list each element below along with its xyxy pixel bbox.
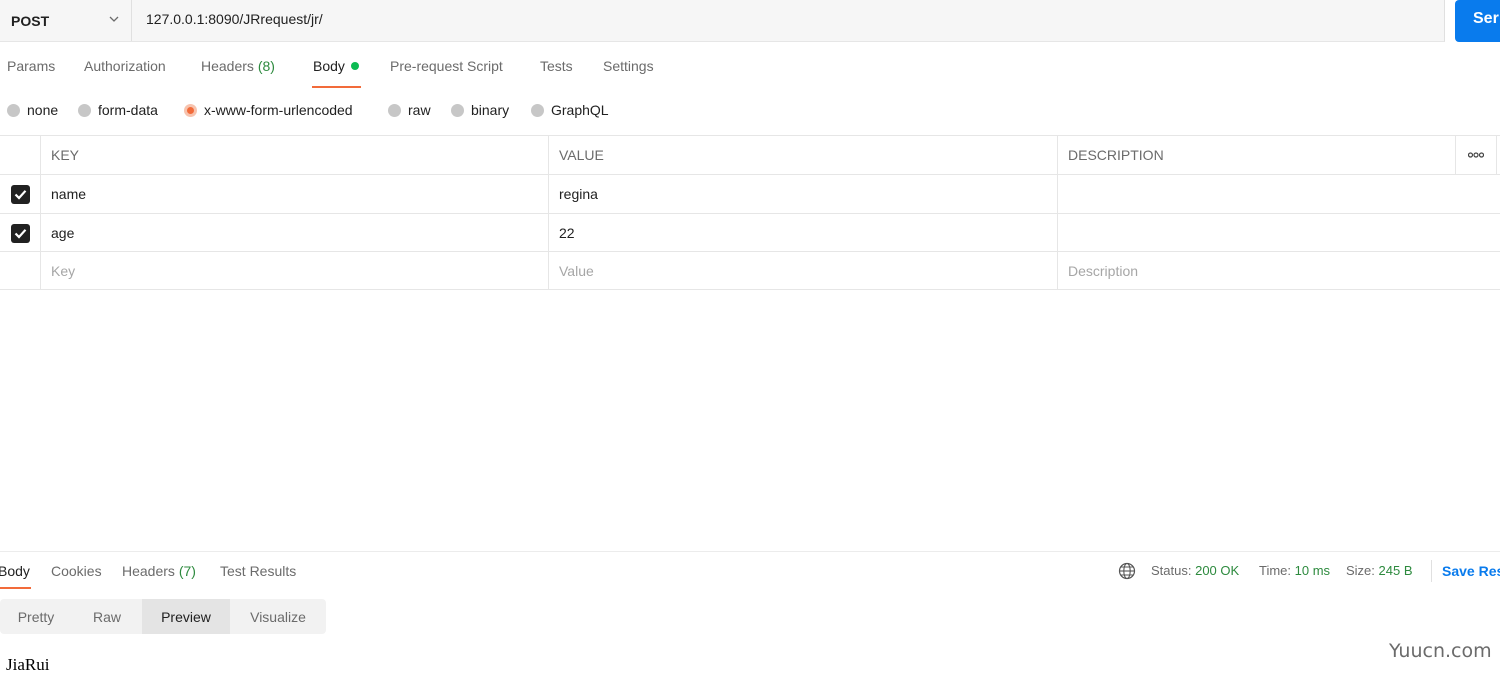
status-separator bbox=[1431, 560, 1432, 582]
value-cell[interactable]: 22 bbox=[548, 214, 1057, 252]
value-cell[interactable]: regina bbox=[548, 175, 1057, 213]
tab-prerequest-script[interactable]: Pre-request Script bbox=[390, 58, 503, 74]
radio-x-www-form-urlencoded[interactable]: x-www-form-urlencoded bbox=[184, 102, 353, 118]
tab-label: Headers bbox=[201, 58, 254, 74]
radio-circle-icon bbox=[451, 103, 464, 117]
header-checkbox-cell bbox=[0, 136, 40, 174]
radio-label: raw bbox=[408, 102, 431, 118]
radio-circle-icon bbox=[78, 103, 91, 117]
tab-label: Settings bbox=[603, 58, 654, 74]
description-placeholder[interactable]: Description bbox=[1057, 252, 1500, 290]
row-checkbox-cell bbox=[0, 252, 40, 290]
description-cell[interactable] bbox=[1057, 175, 1500, 213]
more-options-icon[interactable] bbox=[1455, 136, 1497, 174]
radio-label: binary bbox=[471, 102, 510, 118]
column-header-description: DESCRIPTION bbox=[1057, 136, 1455, 174]
response-tab-body[interactable]: Body bbox=[0, 563, 30, 579]
status-label: Status: bbox=[1151, 563, 1192, 578]
time-value: 10 ms bbox=[1294, 563, 1331, 578]
response-status: Status: 200 OK bbox=[1151, 563, 1239, 578]
radio-circle-icon bbox=[7, 103, 20, 117]
radio-binary[interactable]: binary bbox=[451, 102, 509, 118]
check-icon bbox=[14, 189, 26, 200]
chevron-down-icon bbox=[109, 16, 119, 22]
key-placeholder[interactable]: Key bbox=[40, 252, 548, 290]
method-label: POST bbox=[11, 12, 50, 29]
response-preview-content: JiaRui bbox=[6, 655, 50, 674]
view-raw[interactable]: Raw bbox=[72, 599, 142, 634]
ellipsis-icon bbox=[1468, 152, 1484, 158]
radio-selected-icon bbox=[184, 103, 197, 117]
radio-form-data[interactable]: form-data bbox=[78, 102, 158, 118]
response-headers-count: (7) bbox=[178, 563, 196, 579]
response-tab-test-results[interactable]: Test Results bbox=[220, 563, 296, 579]
radio-graphql[interactable]: GraphQL bbox=[531, 102, 609, 118]
radio-label: form-data bbox=[98, 102, 158, 118]
active-tab-underline bbox=[312, 86, 361, 88]
globe-icon[interactable] bbox=[1118, 562, 1136, 580]
table-row-new: Key Value Description bbox=[0, 251, 1500, 290]
url-input[interactable]: 127.0.0.1:8090/JRrequest/jr/ bbox=[146, 11, 323, 27]
response-active-tab-underline bbox=[0, 587, 31, 589]
radio-circle-icon bbox=[388, 103, 401, 117]
tab-label: Tests bbox=[540, 58, 573, 74]
key-cell[interactable]: name bbox=[40, 175, 548, 213]
response-size: Size: 245 B bbox=[1346, 563, 1413, 578]
response-view-selector: Pretty Raw Preview Visualize bbox=[0, 599, 326, 634]
status-value: 200 OK bbox=[1195, 563, 1240, 578]
time-label: Time: bbox=[1259, 563, 1292, 578]
value-placeholder[interactable]: Value bbox=[548, 252, 1057, 290]
radio-none[interactable]: none bbox=[7, 102, 58, 118]
radio-raw[interactable]: raw bbox=[388, 102, 431, 118]
tab-tests[interactable]: Tests bbox=[540, 58, 573, 74]
request-url-bar: POST 127.0.0.1:8090/JRrequest/jr/ bbox=[0, 0, 1445, 42]
view-visualize[interactable]: Visualize bbox=[230, 599, 326, 634]
radio-label: none bbox=[27, 102, 59, 118]
response-time: Time: 10 ms bbox=[1259, 563, 1330, 578]
column-header-key: KEY bbox=[40, 136, 548, 174]
radio-label: GraphQL bbox=[551, 102, 609, 118]
headers-count: (8) bbox=[257, 58, 275, 74]
radio-label: x-www-form-urlencoded bbox=[204, 102, 353, 118]
tab-headers[interactable]: Headers (8) bbox=[201, 58, 275, 74]
view-pretty[interactable]: Pretty bbox=[0, 599, 72, 634]
tab-label: Headers bbox=[122, 563, 175, 579]
row-checkbox[interactable] bbox=[10, 223, 30, 243]
tab-label: Params bbox=[7, 58, 56, 74]
key-cell[interactable]: age bbox=[40, 214, 548, 252]
view-preview[interactable]: Preview bbox=[142, 599, 230, 634]
check-icon bbox=[14, 228, 26, 239]
tab-params[interactable]: Params bbox=[7, 58, 55, 74]
save-response-button[interactable]: Save Res bbox=[1442, 563, 1500, 579]
tab-settings[interactable]: Settings bbox=[603, 58, 654, 74]
radio-circle-icon bbox=[531, 103, 544, 117]
table-header-row: KEY VALUE DESCRIPTION bbox=[0, 135, 1500, 174]
row-checkbox-cell bbox=[0, 175, 40, 213]
tab-label: Pre-request Script bbox=[390, 58, 503, 74]
method-select[interactable]: POST bbox=[0, 0, 132, 41]
response-divider bbox=[0, 551, 1500, 552]
response-tab-cookies[interactable]: Cookies bbox=[51, 563, 102, 579]
table-row: name regina bbox=[0, 174, 1500, 213]
size-label: Size: bbox=[1346, 563, 1375, 578]
tab-body[interactable]: Body bbox=[313, 58, 359, 74]
tab-label: Body bbox=[313, 58, 345, 74]
row-checkbox[interactable] bbox=[10, 184, 30, 204]
size-value: 245 B bbox=[1378, 563, 1413, 578]
description-cell[interactable] bbox=[1057, 214, 1500, 252]
column-header-value: VALUE bbox=[548, 136, 1057, 174]
send-button[interactable]: Ser bbox=[1455, 0, 1500, 42]
watermark: Yuucn.com bbox=[1389, 640, 1492, 662]
table-row: age 22 bbox=[0, 213, 1500, 252]
tab-label: Authorization bbox=[84, 58, 166, 74]
tab-authorization[interactable]: Authorization bbox=[84, 58, 166, 74]
row-checkbox-cell bbox=[0, 214, 40, 252]
body-indicator-dot bbox=[350, 62, 359, 70]
response-tab-headers[interactable]: Headers (7) bbox=[122, 563, 196, 579]
